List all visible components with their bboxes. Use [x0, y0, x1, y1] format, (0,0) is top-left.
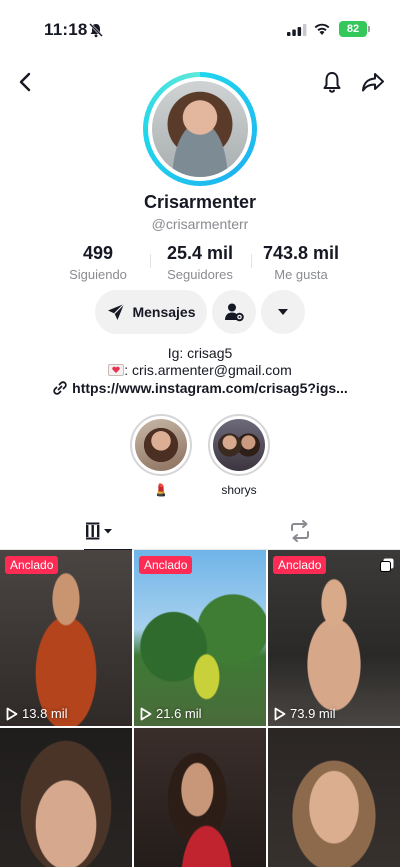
bio-instagram: Ig: crisag5: [167, 345, 233, 361]
view-count: 21.6 mil: [140, 706, 202, 721]
video-tile[interactable]: [134, 728, 266, 867]
tab-reposts[interactable]: [200, 512, 400, 550]
video-tile[interactable]: [268, 728, 400, 867]
bell-icon[interactable]: [320, 70, 344, 94]
avatar-photo: [152, 81, 248, 177]
stat-label: Siguiendo: [69, 267, 127, 282]
avatar-border: [148, 77, 252, 181]
stat-divider: [251, 254, 252, 268]
avatar[interactable]: [143, 72, 257, 186]
play-icon: [274, 707, 286, 720]
stat-divider: [150, 254, 151, 268]
highlight-label: 💄: [153, 483, 169, 497]
person-gear-icon: [225, 303, 244, 322]
play-icon: [6, 707, 18, 720]
battery-indicator: 82: [339, 21, 367, 37]
message-button-label: Mensajes: [132, 304, 196, 320]
stat-label: Seguidores: [167, 267, 233, 282]
video-tile[interactable]: [0, 728, 132, 867]
status-bar: 11:18 82: [0, 0, 400, 54]
highlight-shorys[interactable]: shorys: [208, 414, 270, 497]
view-count-text: 73.9 mil: [290, 706, 336, 721]
multi-photo-icon: [380, 558, 394, 572]
add-friend-button[interactable]: [212, 290, 256, 334]
pinned-badge: Anclado: [5, 556, 59, 574]
stat-value: 499: [82, 243, 114, 263]
view-count-text: 13.8 mil: [22, 706, 68, 721]
stat-value: 25.4 mil: [166, 243, 234, 263]
back-arrow-icon[interactable]: [14, 70, 38, 94]
highlight-photo: [213, 419, 265, 471]
tab-videos[interactable]: [0, 512, 200, 551]
view-count-text: 21.6 mil: [156, 706, 202, 721]
pinned-badge: Anclado: [139, 556, 193, 574]
bio-email-row: : cris.armenter@gmail.com: [0, 362, 400, 378]
battery-nub: [368, 26, 370, 32]
share-icon[interactable]: [360, 70, 386, 94]
highlight-photo: [135, 419, 187, 471]
highlight-label: shorys: [221, 483, 257, 497]
view-count: 73.9 mil: [274, 706, 336, 721]
bio-email: : cris.armenter@gmail.com: [124, 362, 292, 378]
grid-columns-icon: [86, 522, 112, 540]
stat-followers[interactable]: 25.4 mil Seguidores: [155, 243, 245, 282]
stat-following[interactable]: 499 Siguiendo: [57, 243, 139, 282]
signal-icon: [287, 24, 307, 36]
username: @crisarmenterr: [151, 216, 249, 232]
caret-down-icon: [278, 309, 288, 315]
highlight-ring: [208, 414, 270, 476]
video-tile[interactable]: Anclado 13.8 mil: [0, 550, 132, 726]
love-letter-icon: [108, 364, 125, 376]
content-tabs: [0, 512, 400, 551]
display-name: Crisarmenter: [143, 192, 257, 212]
link-icon: [53, 381, 67, 395]
play-icon: [140, 707, 152, 720]
message-button[interactable]: Mensajes: [95, 290, 207, 334]
pinned-badge: Anclado: [273, 556, 327, 574]
send-icon: [108, 303, 125, 320]
video-tile[interactable]: Anclado 73.9 mil: [268, 550, 400, 726]
stat-likes[interactable]: 743.8 mil Me gusta: [256, 243, 346, 282]
view-count: 13.8 mil: [6, 706, 68, 721]
wifi-icon: [314, 23, 330, 35]
bio-link[interactable]: https://www.instagram.com/crisag5?igs...: [0, 380, 400, 396]
bell-muted-icon: [89, 23, 103, 38]
repost-icon: [291, 520, 309, 542]
stat-label: Me gusta: [274, 267, 328, 282]
highlight-ring: [130, 414, 192, 476]
video-tile[interactable]: Anclado 21.6 mil: [134, 550, 266, 726]
bio-link-text: https://www.instagram.com/crisag5?igs...: [72, 380, 348, 396]
stat-value: 743.8 mil: [262, 243, 340, 263]
status-time: 11:18: [44, 20, 88, 39]
more-dropdown-button[interactable]: [261, 290, 305, 334]
highlight-lipstick[interactable]: 💄: [130, 414, 192, 497]
